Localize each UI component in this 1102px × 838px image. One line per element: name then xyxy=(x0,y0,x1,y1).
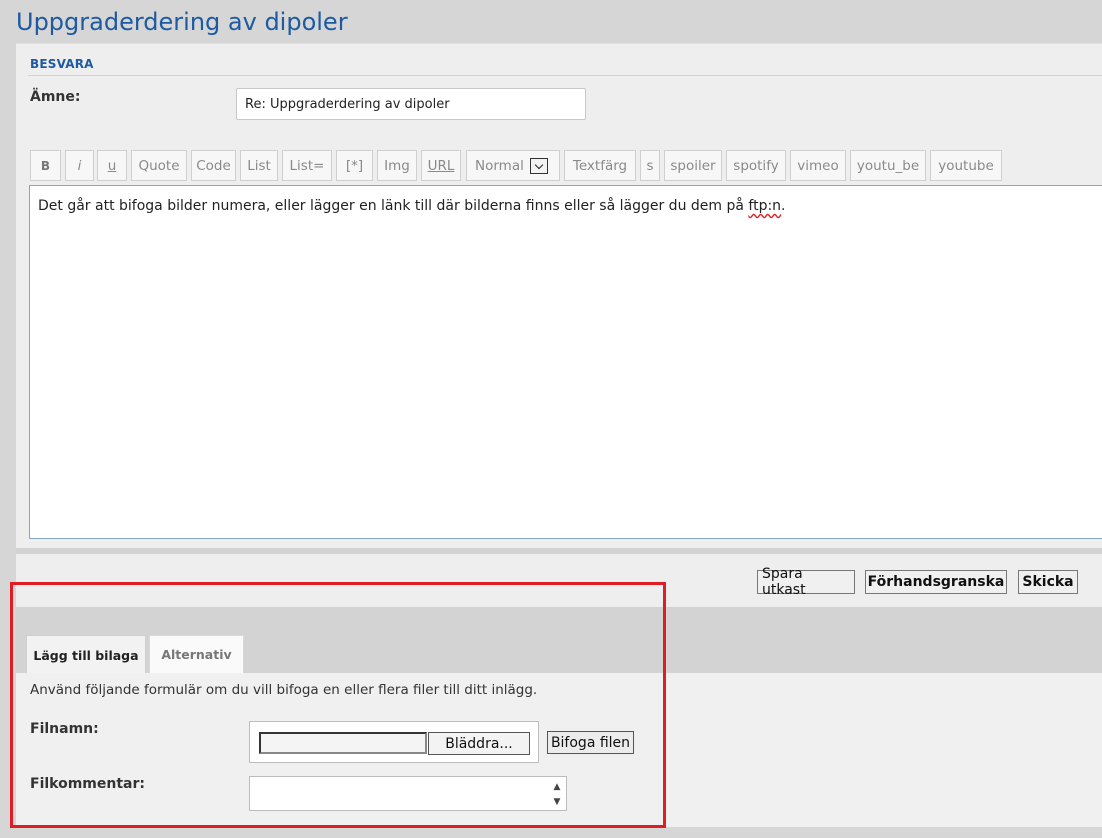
page-footer-strip xyxy=(0,827,1102,838)
spoiler-button[interactable]: spoiler xyxy=(664,150,722,181)
img-button[interactable]: Img xyxy=(377,150,417,181)
font-size-value: Normal xyxy=(475,157,524,174)
chevron-up-icon[interactable]: ▲ xyxy=(550,779,564,794)
page-title: Uppgraderdering av dipoler xyxy=(16,8,348,36)
tab-strip: Lägg till bilaga Alternativ xyxy=(16,607,1102,674)
submit-button[interactable]: Skicka xyxy=(1018,570,1078,594)
text-color-button[interactable]: Textfärg xyxy=(564,150,636,181)
chevron-down-icon[interactable]: ▼ xyxy=(550,794,564,809)
spotify-button[interactable]: spotify xyxy=(726,150,786,181)
url-button[interactable]: URL xyxy=(421,150,461,181)
strike-button[interactable]: s xyxy=(640,150,660,181)
message-editor[interactable]: Det går att bifoga bilder numera, eller … xyxy=(29,185,1102,539)
bold-button[interactable]: B xyxy=(30,150,61,181)
youtu-be-button[interactable]: youtu_be xyxy=(850,150,926,181)
message-text: Det går att bifoga bilder numera, eller … xyxy=(38,198,749,214)
file-input: Bläddra... xyxy=(249,721,539,763)
tab-add-attachment[interactable]: Lägg till bilaga xyxy=(26,635,146,674)
attach-file-button[interactable]: Bifoga filen xyxy=(547,731,634,754)
attachment-panel: Använd följande formulär om du vill bifo… xyxy=(16,673,1102,827)
action-bar: Spara utkast Förhandsgranska Skicka xyxy=(16,554,1102,607)
divider xyxy=(28,75,1102,76)
reply-panel: BESVARA Ämne: B i u Quote Code List List… xyxy=(16,43,1102,549)
file-path-field[interactable] xyxy=(259,732,427,754)
message-text-end: . xyxy=(781,198,786,214)
code-button[interactable]: Code xyxy=(191,150,236,181)
vimeo-button[interactable]: vimeo xyxy=(790,150,846,181)
preview-button[interactable]: Förhandsgranska xyxy=(865,570,1007,594)
filename-label: Filnamn: xyxy=(30,721,99,737)
url-label: URL xyxy=(427,157,455,174)
chevron-down-icon xyxy=(529,157,548,174)
browse-button[interactable]: Bläddra... xyxy=(428,732,530,755)
save-draft-button[interactable]: Spara utkast xyxy=(757,566,855,598)
font-size-select[interactable]: Normal xyxy=(466,150,560,181)
quote-button[interactable]: Quote xyxy=(131,150,187,181)
section-label: BESVARA xyxy=(30,57,94,71)
misspelled-word: ftp:n xyxy=(748,198,782,214)
list-ordered-button[interactable]: List= xyxy=(282,150,332,181)
tab-options[interactable]: Alternativ xyxy=(149,635,244,673)
youtube-button[interactable]: youtube xyxy=(930,150,1002,181)
italic-button[interactable]: i xyxy=(65,150,94,181)
subject-input[interactable] xyxy=(236,88,586,120)
underline-button[interactable]: u xyxy=(97,150,127,181)
list-button[interactable]: List xyxy=(240,150,278,181)
file-comment-input[interactable]: ▲ ▼ xyxy=(249,776,567,811)
underline-label: u xyxy=(107,157,117,174)
list-item-button[interactable]: [*] xyxy=(336,150,373,181)
file-comment-label: Filkommentar: xyxy=(30,776,145,792)
attachment-description: Använd följande formulär om du vill bifo… xyxy=(30,682,538,698)
subject-label: Ämne: xyxy=(30,89,81,105)
